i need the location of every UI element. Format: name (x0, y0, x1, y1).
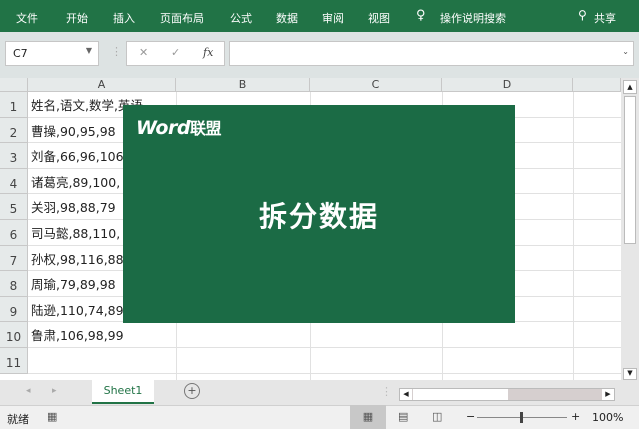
lightbulb-icon: ♀ (416, 8, 426, 23)
chevron-down-icon[interactable]: ▼ (86, 46, 92, 55)
row-header[interactable]: 5 (0, 194, 28, 220)
user-icon: ⚲ (578, 8, 587, 22)
gridline (573, 92, 574, 380)
logo-word: Word (136, 117, 190, 139)
next-sheet-icon[interactable]: ▸ (52, 386, 57, 396)
status-bar: 就绪 ▦ ▦ ▤ ◫ − + 100% (0, 405, 639, 429)
tab-file[interactable]: 文件 (16, 10, 38, 26)
tab-review[interactable]: 审阅 (322, 10, 344, 26)
grip-icon: ⋮ (111, 45, 122, 58)
row-header[interactable]: 9 (0, 296, 28, 323)
expand-icon[interactable]: ⌄ (622, 47, 629, 56)
scroll-up-icon[interactable]: ▲ (623, 80, 637, 94)
column-header-a[interactable]: A (28, 78, 176, 92)
row-header[interactable]: 11 (0, 348, 28, 374)
hscroll-thumb[interactable] (413, 389, 508, 400)
zoom-in-icon[interactable]: + (571, 410, 580, 423)
tab-data[interactable]: 数据 (276, 10, 298, 26)
share-button[interactable]: 共享 (594, 10, 616, 26)
status-ready: 就绪 (7, 413, 29, 426)
row-header[interactable]: 1 (0, 92, 28, 118)
scroll-right-icon[interactable]: ▶ (602, 389, 614, 400)
column-header-c[interactable]: C (310, 78, 442, 92)
insert-function-icon[interactable]: fx (203, 46, 213, 59)
macro-record-icon[interactable]: ▦ (47, 410, 57, 423)
scroll-thumb[interactable] (624, 96, 636, 244)
tab-insert[interactable]: 插入 (113, 10, 135, 26)
formula-bar: C7 ▼ ⋮ ✕ ✓ fx ⌄ (0, 32, 639, 78)
zoom-slider-thumb[interactable] (520, 412, 523, 423)
page-layout-view-icon[interactable]: ▤ (398, 410, 408, 423)
scroll-left-icon[interactable]: ◀ (400, 389, 412, 400)
row-header[interactable]: 2 (0, 117, 28, 144)
logo: Word联盟 (136, 115, 221, 139)
cell-a[interactable] (28, 348, 176, 374)
scroll-down-icon[interactable]: ▼ (623, 368, 637, 380)
tab-formulas[interactable]: 公式 (230, 10, 252, 26)
tab-page-layout[interactable]: 页面布局 (160, 10, 204, 26)
tab-home[interactable]: 开始 (66, 10, 88, 26)
tab-view[interactable]: 视图 (368, 10, 390, 26)
prev-sheet-icon[interactable]: ◂ (26, 386, 31, 396)
row-header[interactable]: 7 (0, 245, 28, 272)
row-header[interactable]: 10 (0, 322, 28, 348)
horizontal-scrollbar[interactable]: ◀ ▶ (399, 388, 615, 401)
gridline (28, 372, 621, 374)
page-break-view-icon[interactable]: ◫ (432, 410, 442, 423)
zoom-out-icon[interactable]: − (466, 410, 475, 423)
formula-input[interactable]: ⌄ (229, 41, 634, 66)
cell-a[interactable]: 鲁肃,106,98,99 (28, 322, 176, 348)
title-banner: Word联盟 拆分数据 (123, 105, 515, 323)
vertical-scrollbar[interactable]: ▲ ▼ (621, 78, 639, 380)
zoom-level[interactable]: 100% (592, 411, 623, 424)
logo-cn: 联盟 (189, 119, 222, 138)
splitter-icon[interactable]: ⋮ (381, 385, 392, 398)
select-all[interactable] (0, 78, 28, 92)
sheet-tab-bar: ◂ ▸ Sheet1 + ⋮ ◀ ▶ (0, 380, 639, 405)
row-header[interactable]: 4 (0, 168, 28, 195)
column-header-e[interactable] (573, 78, 621, 92)
cancel-icon[interactable]: ✕ (139, 46, 148, 59)
formula-buttons: ✕ ✓ fx (126, 41, 225, 66)
name-box[interactable]: C7 ▼ (5, 41, 99, 66)
ribbon: 文件 开始 插入 页面布局 公式 数据 审阅 视图 ♀ 操作说明搜索 ⚲ 共享 (0, 0, 639, 32)
enter-icon[interactable]: ✓ (171, 46, 180, 59)
name-box-value: C7 (13, 47, 28, 60)
normal-view-icon[interactable]: ▦ (350, 405, 386, 429)
add-sheet-icon[interactable]: + (184, 383, 200, 399)
sheet-tab-sheet1[interactable]: Sheet1 (92, 380, 154, 404)
banner-headline: 拆分数据 (258, 200, 379, 233)
row-header[interactable]: 3 (0, 143, 28, 169)
row-header[interactable]: 8 (0, 271, 28, 297)
column-header-d[interactable]: D (442, 78, 573, 92)
row-header[interactable]: 6 (0, 220, 28, 246)
column-header-b[interactable]: B (176, 78, 310, 92)
tell-me-search[interactable]: 操作说明搜索 (440, 10, 506, 26)
